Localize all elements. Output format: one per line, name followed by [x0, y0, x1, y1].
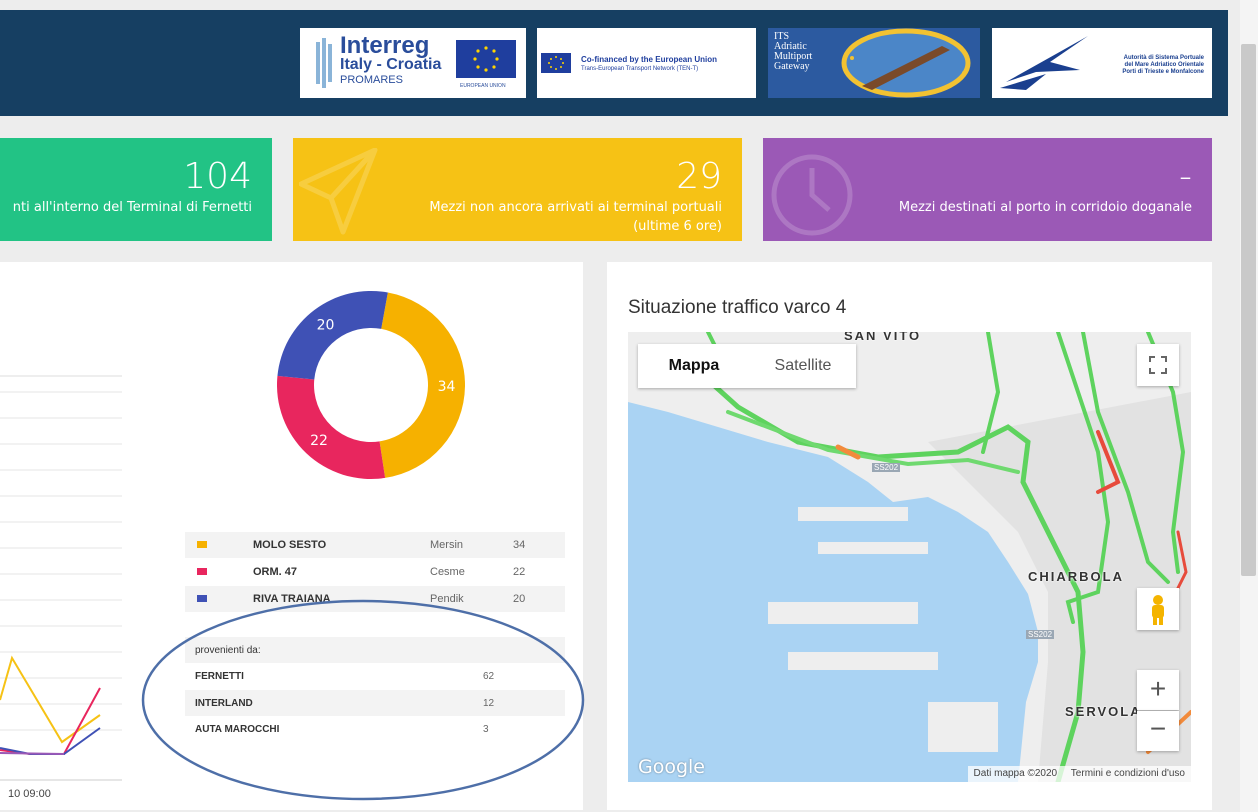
map-title: Situazione traffico varco 4 [628, 297, 847, 318]
scrollbar-thumb[interactable] [1241, 44, 1256, 576]
fullscreen-button[interactable] [1137, 344, 1179, 386]
chart-series-line-4 [0, 752, 65, 755]
map-type-map-button[interactable]: Mappa [638, 344, 750, 388]
donut-slice-orm-47[interactable] [277, 375, 386, 479]
map-data-credit: Dati mappa ©2020 [973, 768, 1058, 779]
time-line-chart [0, 375, 122, 781]
interreg-project: PROMARES [340, 74, 403, 86]
traffic-map[interactable]: SAN VITO CHIARBOLA SERVOLA SS202 SS202 M… [628, 332, 1191, 782]
its-gateway-logo: ITS Adriatic Multiport Gateway [768, 28, 980, 98]
legend-terminal-name: ORM. 47 [253, 566, 298, 578]
donut-value-label: 22 [310, 433, 328, 449]
stat-value: 104 [183, 156, 252, 197]
chart-series-line-1 [0, 655, 101, 744]
stat-value: 29 [676, 156, 722, 197]
stat-label-line1: Mezzi non ancora arrivati ai terminal po… [429, 200, 722, 215]
place-label-san-vito: SAN VITO [844, 332, 922, 343]
legend-origin-port: Cesme [430, 566, 465, 578]
stat-label-line2: (ultime 6 ore) [633, 219, 722, 234]
port-authority-text: Autorità di Sistema Portuale del Mare Ad… [1092, 55, 1204, 76]
destination-donut-chart: 34 22 20 [277, 291, 465, 479]
port-authority-logo: Autorità di Sistema Portuale del Mare Ad… [992, 28, 1212, 98]
its-line4: Gateway [774, 61, 810, 72]
port-line3: Porti di Trieste e Monfalcone [1122, 69, 1204, 75]
map-type-control[interactable]: Mappa Satellite [638, 344, 856, 388]
chart-series-line-3 [0, 727, 101, 755]
interreg-logo: Interreg Italy - Croatia PROMARES EUROPE… [300, 28, 526, 98]
stat-value: - [1179, 156, 1192, 197]
google-logo: Google [638, 756, 706, 778]
interreg-subtitle: Italy - Croatia [340, 56, 442, 73]
legend-count: 22 [513, 566, 526, 578]
ship-ring-icon [841, 28, 971, 98]
donut-slice-riva-traiana[interactable] [277, 291, 388, 380]
eu-flag-icon [541, 53, 571, 73]
fullscreen-icon [1149, 356, 1167, 374]
legend-count: 34 [513, 539, 526, 551]
eu-caption: EUROPEAN UNION [460, 83, 506, 89]
zoom-out-button[interactable]: − [1137, 711, 1179, 751]
clock-icon [771, 154, 853, 236]
legend-swatch [197, 568, 207, 575]
donut-value-label: 34 [438, 379, 456, 395]
stat-label: Mezzi non ancora arrivati ai terminal po… [429, 198, 722, 236]
pegman-icon [1152, 595, 1164, 625]
legend-terminal-name: MOLO SESTO [253, 539, 327, 551]
stat-label: nti all'interno del Terminal di Fernetti [12, 200, 252, 215]
place-label-chiarbola: CHIARBOLA [1028, 569, 1124, 584]
eu-cofinanced-logo: Co-financed by the European Union Trans-… [537, 28, 756, 98]
map-footer: Dati mappa ©2020 Termini e condizioni d'… [967, 766, 1191, 782]
stat-label: Mezzi destinati al porto in corridoio do… [898, 200, 1192, 215]
zoom-in-button[interactable]: + [1137, 670, 1179, 710]
legend-swatch [197, 541, 207, 548]
port-line2: del Mare Adriatico Orientale [1124, 62, 1204, 68]
donut-value-label: 20 [317, 318, 335, 334]
legend-row: ORM. 47 Cesme 22 [185, 559, 565, 585]
eu-cofinanced-text: Co-financed by the European Union [581, 55, 718, 64]
port-authority-emblem-icon [1000, 36, 1088, 90]
highlight-oval [141, 599, 585, 801]
eu-tent-text: Trans-European Transport Network (TEN-T) [581, 66, 699, 72]
map-type-satellite-button[interactable]: Satellite [750, 344, 856, 388]
legend-row: MOLO SESTO Mersin 34 [185, 532, 565, 558]
road-shield-ss202: SS202 [872, 463, 901, 472]
road-shield-ss202-south: SS202 [1026, 630, 1055, 639]
place-label-servola: SERVOLA [1065, 704, 1142, 719]
street-view-pegman-button[interactable] [1137, 588, 1179, 630]
chart-x-axis-label: 10 09:00 [8, 788, 51, 800]
stat-card-not-arrived: 29 Mezzi non ancora arrivati ai terminal… [293, 138, 742, 241]
port-line1: Autorità di Sistema Portuale [1123, 55, 1204, 61]
stat-card-customs-corridor: - Mezzi destinati al porto in corridoio … [763, 138, 1212, 241]
stat-card-fernetti: 104 nti all'interno del Terminal di Fern… [0, 138, 272, 241]
its-text: ITS Adriatic Multiport Gateway [774, 32, 812, 72]
map-terms-link[interactable]: Termini e condizioni d'uso [1071, 768, 1185, 779]
legend-origin-port: Mersin [430, 539, 464, 551]
paper-plane-icon [299, 148, 378, 235]
